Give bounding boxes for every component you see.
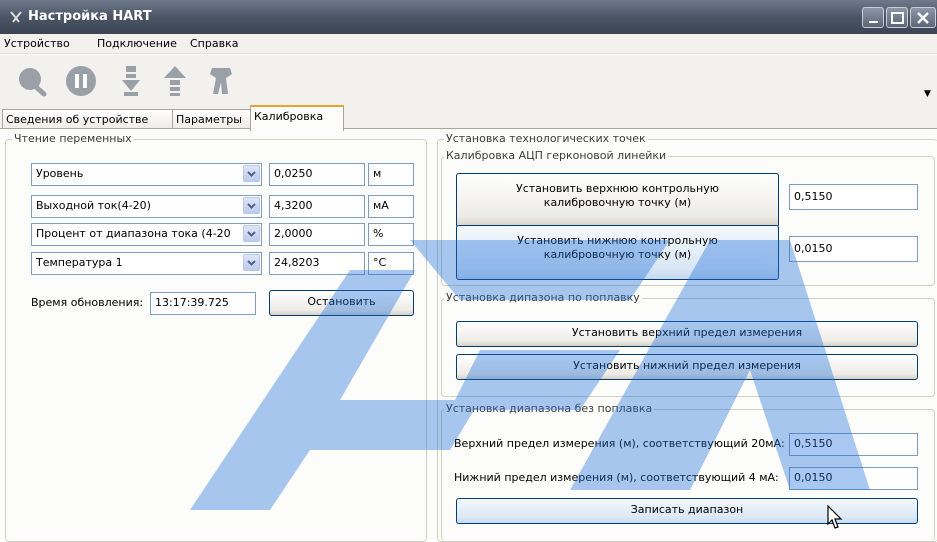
- upper-limit-field[interactable]: 0,5150: [789, 433, 918, 456]
- chevron-down-icon: [243, 165, 260, 182]
- close-button[interactable]: [910, 7, 936, 28]
- variable-value-1: 0,0250: [269, 163, 365, 186]
- maximize-button[interactable]: [886, 7, 908, 28]
- variable-value-2-text: 4,3200: [274, 199, 313, 212]
- toolbar: ▼: [0, 55, 937, 105]
- upper-limit-label: Верхний предел измерения (м), соответств…: [454, 437, 785, 450]
- title-bar[interactable]: Настройка HART: [0, 0, 937, 34]
- variable-select-1[interactable]: Уровень: [31, 163, 262, 186]
- maximize-icon: [891, 12, 904, 24]
- variable-select-3-value: Процент от диапазона тока (4-20: [36, 227, 231, 240]
- chevron-down-icon: [243, 254, 260, 271]
- float-range-group-title: Установка дипазона по поплавку: [444, 291, 642, 304]
- update-time-field: 13:17:39.725: [150, 292, 256, 315]
- lower-limit-label: Нижний предел измерения (м), соответству…: [454, 471, 779, 484]
- minimize-button[interactable]: [862, 7, 884, 28]
- menu-device[interactable]: Устройство: [4, 37, 70, 50]
- pause-icon[interactable]: [64, 64, 98, 98]
- variable-select-3[interactable]: Процент от диапазона тока (4-20: [31, 223, 262, 246]
- close-icon: [917, 12, 929, 24]
- tab-parameters[interactable]: Параметры: [172, 109, 254, 130]
- variable-select-1-value: Уровень: [36, 167, 84, 180]
- set-upper-calibration-point-label-2: калибровочную точку (м): [543, 196, 692, 209]
- menu-help[interactable]: Справка: [190, 37, 238, 50]
- update-time-value: 13:17:39.725: [155, 296, 229, 309]
- set-lower-calibration-point-label-1: Установить нижнюю контрольную: [517, 234, 718, 247]
- variable-unit-3: %: [368, 223, 414, 246]
- set-lower-calibration-point-button[interactable]: Установить нижнюю контрольную калибровоч…: [456, 225, 779, 280]
- stop-button[interactable]: Остановить: [269, 290, 414, 316]
- set-lower-limit-button[interactable]: Установить нижний предел измерения: [456, 354, 918, 380]
- variable-unit-2: мА: [368, 195, 414, 218]
- variable-unit-4-text: °C: [373, 256, 387, 269]
- download-icon[interactable]: [114, 64, 148, 98]
- variable-value-3-text: 2,0000: [274, 227, 313, 240]
- variables-group-title: Чтение переменных: [12, 132, 134, 145]
- variable-unit-1: м: [368, 163, 414, 186]
- variable-value-3: 2,0000: [269, 223, 365, 246]
- tech-points-group-title: Установка технологических точек: [444, 132, 648, 145]
- lower-limit-value: 0,0150: [794, 471, 833, 484]
- menu-bar: Устройство Подключение Справка: [0, 34, 937, 54]
- minimize-icon: [869, 21, 878, 23]
- lower-calibration-point-value: 0,0150: [794, 242, 833, 255]
- upload-icon[interactable]: [158, 64, 192, 98]
- variable-unit-2-text: мА: [373, 199, 389, 212]
- variable-value-1-text: 0,0250: [274, 167, 313, 180]
- variable-value-2: 4,3200: [269, 195, 365, 218]
- set-lower-calibration-point-label-2: калибровочную точку (м): [543, 248, 692, 261]
- variable-value-4-text: 24,8203: [274, 256, 320, 269]
- variable-select-2[interactable]: Выходной ток(4-20): [31, 195, 262, 218]
- variable-select-2-value: Выходной ток(4-20): [36, 199, 151, 212]
- variable-unit-3-text: %: [373, 227, 384, 240]
- set-upper-calibration-point-label-1: Установить верхнюю контрольную: [516, 182, 719, 195]
- adc-calibration-group-title: Калибровка АЦП герконовой линейки: [444, 149, 669, 162]
- variable-value-4: 24,8203: [269, 252, 365, 275]
- variable-unit-4: °C: [368, 252, 414, 275]
- lower-calibration-point-field[interactable]: 0,0150: [789, 236, 918, 262]
- no-float-range-group-title: Установка диапазона без поплавка: [444, 402, 655, 415]
- write-range-button[interactable]: Записать диапазон: [456, 498, 918, 524]
- tab-strip: Сведения об устройстве Параметры Калибро…: [0, 105, 937, 131]
- toolbar-overflow-icon[interactable]: ▼: [924, 89, 931, 99]
- app-icon: [10, 11, 22, 23]
- set-upper-limit-button[interactable]: Установить верхний предел измерения: [456, 321, 918, 347]
- tool-icon[interactable]: [204, 64, 238, 98]
- upper-limit-value: 0,5150: [794, 437, 833, 450]
- variable-unit-1-text: м: [373, 167, 382, 180]
- search-icon[interactable]: [14, 64, 48, 98]
- variable-select-4[interactable]: Температура 1: [31, 252, 262, 275]
- cursor-icon: [827, 505, 843, 529]
- menu-connection[interactable]: Подключение: [97, 37, 177, 50]
- chevron-down-icon: [243, 225, 260, 242]
- tab-calibration[interactable]: Калибровка: [250, 105, 344, 131]
- chevron-down-icon: [243, 197, 260, 214]
- update-time-label: Время обновления:: [31, 296, 144, 309]
- tab-device-info[interactable]: Сведения об устройстве: [2, 109, 176, 130]
- upper-calibration-point-field[interactable]: 0,5150: [789, 184, 918, 210]
- upper-calibration-point-value: 0,5150: [794, 190, 833, 203]
- variable-select-4-value: Температура 1: [36, 256, 123, 269]
- window-title: Настройка HART: [28, 9, 152, 24]
- lower-limit-field[interactable]: 0,0150: [789, 467, 918, 490]
- set-upper-calibration-point-button[interactable]: Установить верхнюю контрольную калиброво…: [456, 173, 779, 228]
- float-range-group: Установка дипазона по поплавку: [441, 291, 935, 397]
